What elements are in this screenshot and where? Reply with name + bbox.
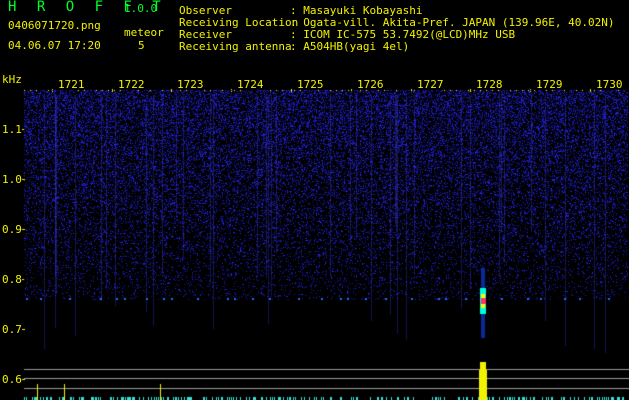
info-value-antenna: : A504HB(yagi 4el)	[290, 40, 410, 53]
info-key-antenna: Receiving antenna	[179, 40, 292, 53]
y-tick-label: 0.6	[2, 373, 22, 386]
x-tick-label: 1729	[536, 78, 563, 91]
y-tick-label: 1.1	[2, 123, 22, 136]
y-axis-unit: kHz	[2, 73, 22, 86]
meteor-count: 5	[138, 39, 145, 52]
observation-datetime: 04.06.07 17:20	[8, 39, 101, 52]
x-tick-label: 1724	[237, 78, 264, 91]
y-tick-label: 0.7	[2, 323, 22, 336]
x-tick-label: 1722	[118, 78, 145, 91]
y-tick-label: 0.8	[2, 273, 22, 286]
x-tick-label: 1730	[596, 78, 623, 91]
x-tick-label: 1728	[476, 78, 503, 91]
x-tick-label: 1723	[177, 78, 204, 91]
meteor-label: meteor	[124, 26, 164, 39]
x-tick-label: 1727	[417, 78, 444, 91]
image-filename: 0406071720.png	[8, 19, 101, 32]
hrofft-window: H R O F F T 1.0.0 0406071720.png meteor …	[0, 0, 629, 400]
spectrogram-canvas	[0, 0, 629, 400]
y-tick-label: 1.0	[2, 173, 22, 186]
x-tick-label: 1726	[357, 78, 384, 91]
x-tick-label: 1721	[58, 78, 85, 91]
app-version: 1.0.0	[124, 2, 158, 15]
x-tick-label: 1725	[297, 78, 324, 91]
y-tick-label: 0.9	[2, 223, 22, 236]
